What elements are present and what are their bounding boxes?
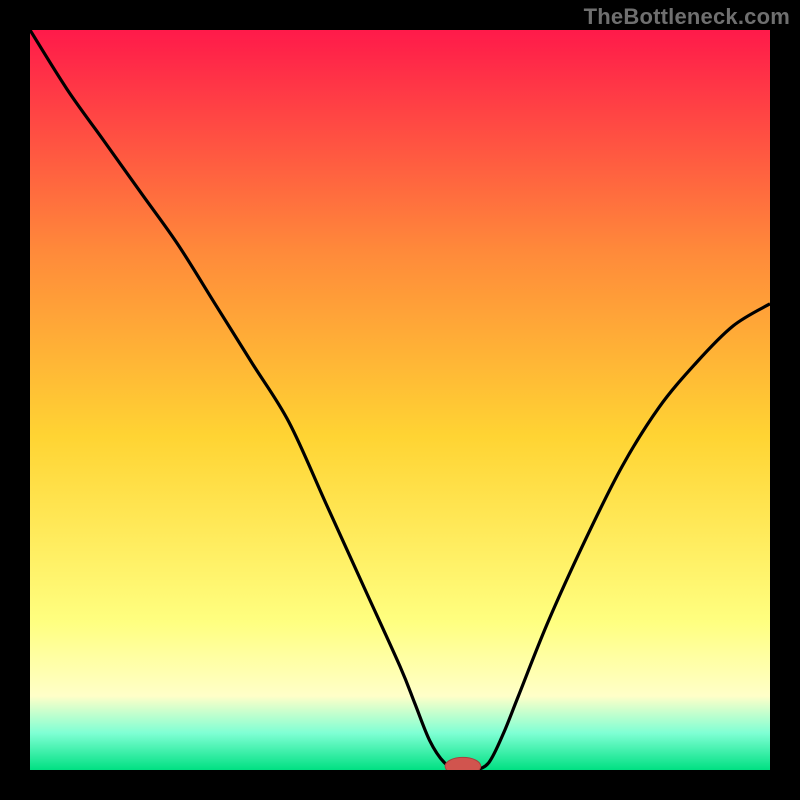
watermark-text: TheBottleneck.com bbox=[584, 4, 790, 30]
chart-svg bbox=[30, 30, 770, 770]
gradient-background bbox=[30, 30, 770, 770]
chart-frame: TheBottleneck.com bbox=[0, 0, 800, 800]
plot-area bbox=[30, 30, 770, 770]
